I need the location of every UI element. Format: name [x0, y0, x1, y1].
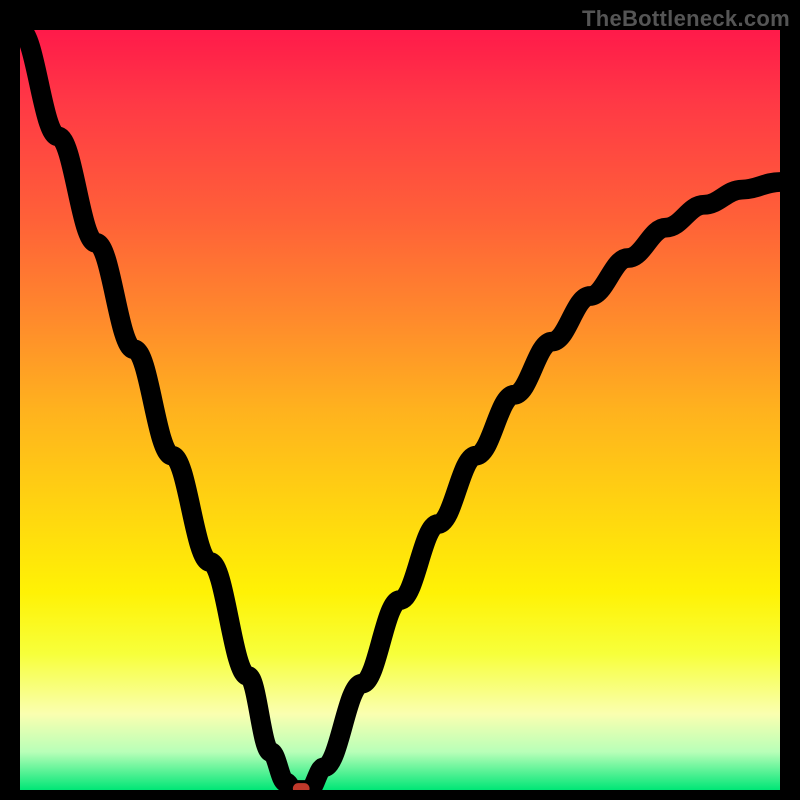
- bottleneck-curve-svg: [20, 30, 780, 790]
- optimal-point-marker: [293, 783, 310, 790]
- chart-container: TheBottleneck.com: [0, 0, 800, 800]
- bottleneck-curve-line: [20, 30, 780, 790]
- watermark-text: TheBottleneck.com: [582, 6, 790, 32]
- plot-area: [20, 30, 780, 790]
